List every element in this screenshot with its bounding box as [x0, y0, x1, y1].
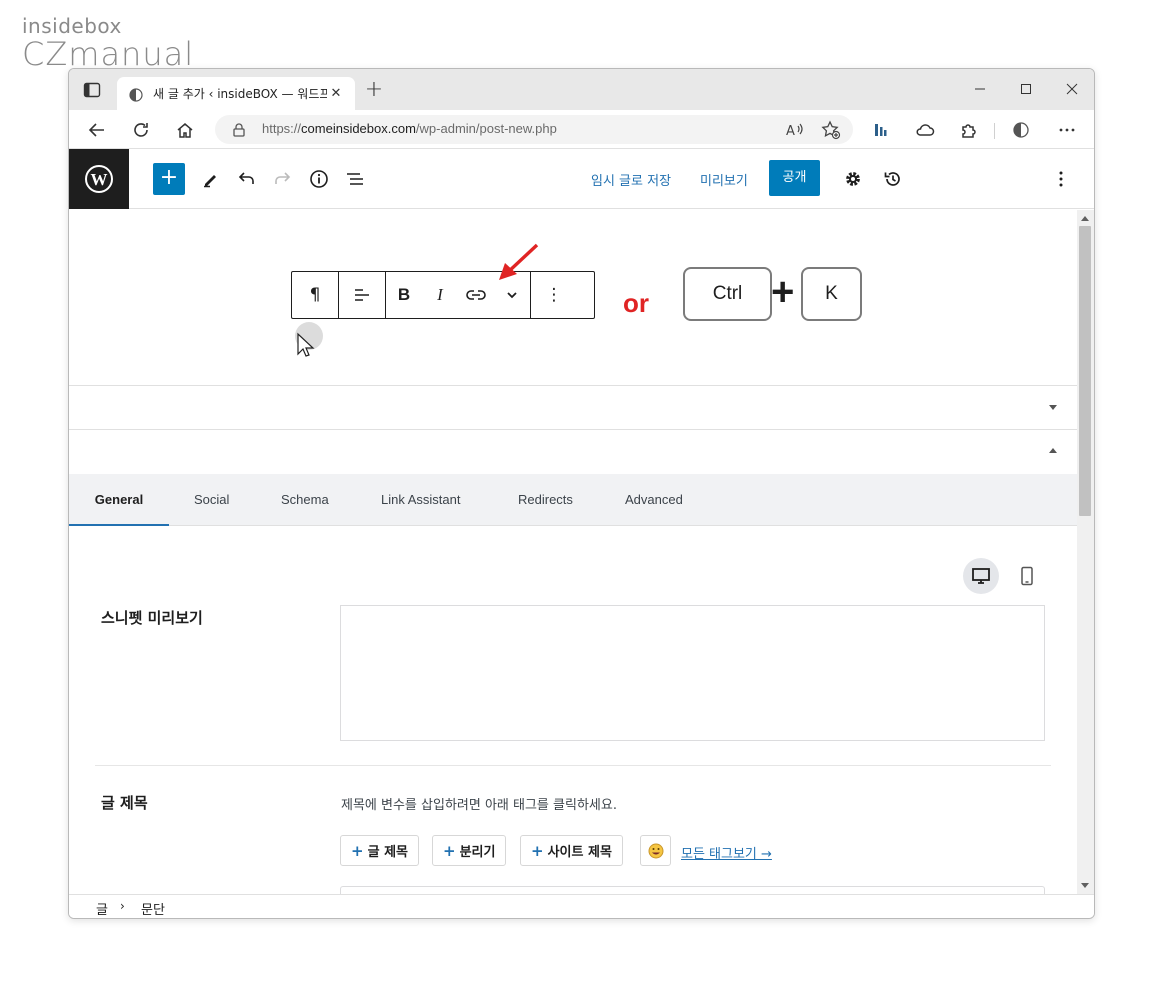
link-icon[interactable]: [458, 272, 494, 318]
plus-sign: +: [771, 270, 795, 314]
italic-button[interactable]: I: [422, 272, 458, 318]
maximize-icon[interactable]: [1003, 77, 1049, 101]
list-view-icon[interactable]: [339, 163, 371, 195]
seo-tabs: General Social Schema Link Assistant Red…: [69, 474, 1077, 526]
tab-bar: 새 글 추가 ‹ insideBOX — 워드프 ✕ +: [69, 69, 1094, 110]
redo-icon[interactable]: [267, 163, 299, 195]
annotation-or: or: [623, 288, 649, 318]
details-info-icon[interactable]: [303, 163, 335, 195]
favicon-icon: [129, 87, 143, 102]
block-type-group: ¶: [292, 272, 339, 318]
scroll-up-icon[interactable]: [1081, 216, 1089, 221]
title-help-text: 제목에 변수를 삽입하려면 아래 태그를 클릭하세요.: [341, 798, 617, 813]
breadcrumb-chevron-icon: ›: [120, 899, 125, 913]
wp-editor-header: W + 임시 글로 저장 미리보기 공개: [69, 149, 1094, 209]
tab-link-assistant[interactable]: Link Assistant: [381, 474, 461, 526]
section-divider: [95, 765, 1051, 766]
toolbar-divider: [994, 123, 995, 139]
new-tab-icon[interactable]: +: [363, 79, 385, 101]
tab-title: 새 글 추가 ‹ insideBOX — 워드프: [153, 87, 327, 101]
tag-post-title-button[interactable]: + 글 제목: [340, 835, 419, 866]
minimize-icon[interactable]: [957, 77, 1003, 101]
mouse-cursor-icon: [295, 322, 323, 362]
caret-down-icon[interactable]: [1049, 405, 1057, 410]
caret-up-icon[interactable]: [1049, 448, 1057, 453]
tab-schema[interactable]: Schema: [281, 474, 329, 526]
post-title-input[interactable]: [340, 886, 1045, 894]
scroll-down-icon[interactable]: [1081, 883, 1089, 888]
metabox-expanded-row[interactable]: [69, 429, 1077, 474]
address-bar-row: https://comeinsidebox.com/wp-admin/post-…: [69, 110, 1094, 149]
desktop-preview-icon[interactable]: [963, 558, 999, 594]
tag-separator-button[interactable]: + 분리기: [432, 835, 507, 866]
bold-button[interactable]: B: [386, 272, 422, 318]
add-favorite-icon[interactable]: [821, 120, 841, 140]
more-menu-icon[interactable]: [1055, 118, 1079, 142]
home-icon[interactable]: [173, 118, 197, 142]
extension-chart-icon[interactable]: [869, 118, 893, 142]
tag-site-title-button[interactable]: + 사이트 제목: [520, 835, 623, 866]
annotation-arrow-icon: [493, 242, 543, 288]
tab-general[interactable]: General: [69, 474, 169, 526]
tab-advanced[interactable]: Advanced: [625, 474, 683, 526]
url-text: https://comeinsidebox.com/wp-admin/post-…: [262, 121, 557, 136]
browser-essentials-icon[interactable]: [1009, 118, 1033, 142]
publish-button[interactable]: 공개: [769, 160, 820, 196]
cloud-icon[interactable]: [913, 118, 937, 142]
tab-redirects[interactable]: Redirects: [518, 474, 573, 526]
tab-social[interactable]: Social: [194, 474, 229, 526]
save-draft-link[interactable]: 임시 글로 저장: [591, 170, 671, 189]
refresh-icon[interactable]: [129, 118, 153, 142]
post-title-label: 글 제목: [101, 794, 148, 812]
url-bar[interactable]: https://comeinsidebox.com/wp-admin/post-…: [215, 115, 853, 144]
undo-icon[interactable]: [230, 163, 262, 195]
wordpress-logo-icon[interactable]: W: [69, 149, 129, 209]
watermark-logo: insidebox CZmanual: [22, 14, 194, 70]
ctrl-key-badge: Ctrl: [683, 267, 772, 321]
view-all-tags-link[interactable]: 모든 태그보기 →: [681, 843, 772, 862]
block-toolbar: ¶ B I ⋮: [291, 271, 595, 319]
svg-text:A: A: [786, 124, 795, 139]
paragraph-block-button[interactable]: ¶: [292, 272, 338, 318]
block-breadcrumb: 글 › 문단: [69, 894, 1094, 918]
metabox-collapsed-row[interactable]: [69, 385, 1077, 430]
snippet-preview-label: 스니펫 미리보기: [101, 609, 203, 627]
settings-gear-icon[interactable]: [837, 163, 869, 195]
k-key-badge: K: [801, 267, 862, 321]
emoji-picker-icon[interactable]: [640, 835, 671, 866]
back-icon[interactable]: [85, 118, 109, 142]
scrollbar-thumb[interactable]: [1079, 226, 1091, 516]
add-block-button[interactable]: +: [153, 163, 185, 195]
align-left-icon[interactable]: [339, 272, 385, 318]
snippet-preview-box: [340, 605, 1045, 741]
extensions-icon[interactable]: [957, 118, 981, 142]
options-kebab-icon[interactable]: [1045, 163, 1077, 195]
tab-actions-icon[interactable]: [83, 82, 101, 98]
revisions-history-icon[interactable]: [877, 163, 909, 195]
lock-icon: [233, 122, 245, 141]
mobile-preview-icon[interactable]: [1009, 558, 1045, 594]
breadcrumb-paragraph[interactable]: 문단: [141, 899, 165, 918]
editor-scrollbar[interactable]: [1077, 210, 1094, 894]
align-group: [339, 272, 386, 318]
close-tab-icon[interactable]: ✕: [327, 86, 345, 101]
watermark-line2: CZmanual: [22, 35, 195, 73]
svg-text:W: W: [91, 170, 108, 189]
tools-pencil-icon[interactable]: [194, 163, 226, 195]
browser-window: 새 글 추가 ‹ insideBOX — 워드프 ✕ + https://com…: [68, 68, 1095, 919]
browser-tab[interactable]: 새 글 추가 ‹ insideBOX — 워드프 ✕: [117, 77, 355, 110]
preview-link[interactable]: 미리보기: [700, 170, 748, 189]
read-aloud-icon[interactable]: A: [785, 120, 805, 140]
editor-canvas: ¶ B I ⋮ or Ctrl + K General Social Schem…: [69, 210, 1077, 894]
close-window-icon[interactable]: [1049, 77, 1094, 101]
breadcrumb-post[interactable]: 글: [96, 899, 108, 918]
